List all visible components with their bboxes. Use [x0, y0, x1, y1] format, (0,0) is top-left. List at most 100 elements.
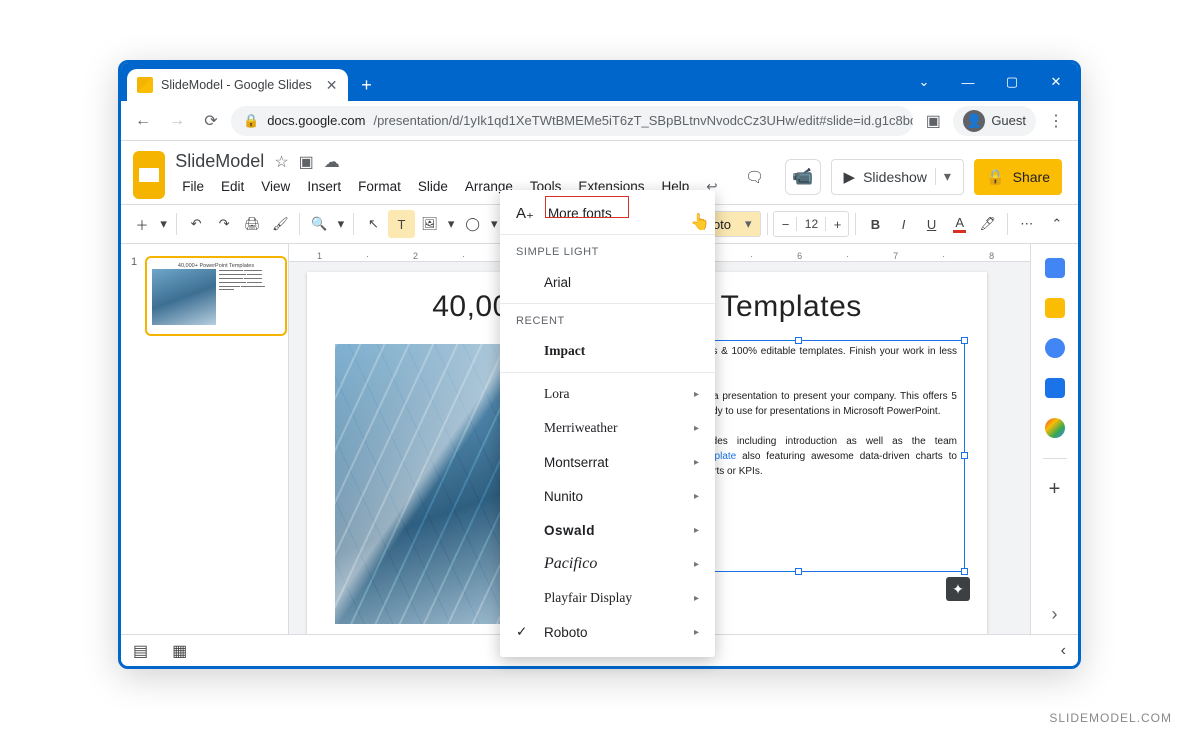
- nav-back-icon[interactable]: ←: [129, 107, 157, 135]
- image-tool[interactable]: 🖼: [417, 210, 443, 238]
- undo-button[interactable]: ↶: [183, 210, 209, 238]
- share-button[interactable]: 🔒 Share: [974, 159, 1062, 195]
- font-pacifico[interactable]: Pacifico▸: [500, 547, 715, 581]
- side-panel: + ›: [1030, 244, 1078, 634]
- thumbnail-number: 1: [131, 256, 137, 268]
- collapse-toolbar-icon[interactable]: ⌃: [1044, 210, 1070, 238]
- menu-slide[interactable]: Slide: [411, 176, 455, 198]
- resize-handle[interactable]: [795, 568, 802, 575]
- new-tab-button[interactable]: +: [354, 72, 380, 98]
- print-button[interactable]: 🖨: [239, 210, 265, 238]
- share-label: Share: [1013, 169, 1050, 185]
- url-domain: docs.google.com: [267, 113, 365, 128]
- profile-chip[interactable]: 👤 Guest: [953, 106, 1036, 136]
- guest-label: Guest: [991, 113, 1026, 128]
- font-playfair[interactable]: Playfair Display▸: [500, 581, 715, 615]
- image-dropdown-icon[interactable]: ▾: [445, 210, 458, 238]
- font-size-decrease[interactable]: −: [774, 217, 796, 232]
- window-close-icon[interactable]: ✕: [1034, 63, 1078, 101]
- window-maximize-icon[interactable]: ▢: [990, 63, 1034, 101]
- more-tools-button[interactable]: ⋯: [1014, 210, 1040, 238]
- nav-reload-icon[interactable]: ⟳: [197, 107, 225, 135]
- slideshow-button[interactable]: ▶ Slideshow ▾: [831, 159, 964, 195]
- font-lora[interactable]: Lora▸: [500, 377, 715, 411]
- underline-button[interactable]: U: [919, 210, 945, 238]
- window-dropdown-icon[interactable]: ⌄: [902, 63, 946, 101]
- menu-view[interactable]: View: [254, 176, 297, 198]
- star-icon[interactable]: ☆: [274, 152, 288, 172]
- thumbnail-1[interactable]: 1 40,000+ PowerPoint Templates ▬▬▬▬▬▬▬▬ …: [133, 256, 276, 336]
- font-nunito[interactable]: Nunito▸: [500, 479, 715, 513]
- font-merriweather[interactable]: Merriweather▸: [500, 411, 715, 445]
- add-font-icon: A₊: [516, 204, 534, 222]
- slides-app-icon[interactable]: [133, 151, 165, 199]
- shape-tool[interactable]: ◯: [460, 210, 486, 238]
- highlight-button[interactable]: 🖊: [975, 210, 1001, 238]
- maps-icon[interactable]: [1045, 418, 1065, 438]
- resize-handle[interactable]: [961, 452, 968, 459]
- paint-format-button[interactable]: 🖌: [267, 210, 293, 238]
- slideshow-dropdown-icon[interactable]: ▾: [935, 168, 951, 185]
- prev-slide-icon[interactable]: ‹: [1061, 642, 1066, 660]
- redo-button[interactable]: ↷: [211, 210, 237, 238]
- new-slide-dropdown-icon[interactable]: ▾: [157, 210, 170, 238]
- select-tool[interactable]: ↖: [360, 210, 386, 238]
- zoom-button[interactable]: 🔍: [306, 210, 332, 238]
- explore-button[interactable]: ✦: [946, 577, 970, 601]
- hide-sidepanel-icon[interactable]: ›: [1045, 604, 1065, 624]
- window-minimize-icon[interactable]: —: [946, 63, 990, 101]
- nav-forward-icon[interactable]: →: [163, 107, 191, 135]
- font-size-increase[interactable]: +: [826, 217, 848, 232]
- bold-button[interactable]: B: [862, 210, 888, 238]
- more-fonts-item[interactable]: A₊ More fonts: [500, 196, 715, 230]
- present-icon: ▶: [844, 168, 856, 186]
- lock-icon: 🔒: [243, 113, 259, 129]
- new-slide-button[interactable]: ＋: [129, 210, 155, 238]
- calendar-icon[interactable]: [1045, 258, 1065, 278]
- tab-close-icon[interactable]: ✕: [326, 77, 338, 94]
- font-size-value[interactable]: 12: [796, 217, 826, 231]
- filmstrip-view-icon[interactable]: ▤: [133, 641, 148, 661]
- kebab-menu-icon[interactable]: ⋮: [1042, 107, 1070, 135]
- font-oswald[interactable]: Oswald▸: [500, 513, 715, 547]
- text-color-button[interactable]: A: [947, 210, 973, 238]
- contacts-icon[interactable]: [1045, 378, 1065, 398]
- menu-insert[interactable]: Insert: [300, 176, 348, 198]
- avatar-icon: 👤: [963, 110, 985, 132]
- cloud-saved-icon: ☁: [324, 152, 340, 172]
- menu-edit[interactable]: Edit: [214, 176, 251, 198]
- addons-icon[interactable]: +: [1045, 479, 1065, 499]
- meet-button[interactable]: 📹: [785, 159, 821, 195]
- browser-tab[interactable]: SlideModel - Google Slides ✕: [127, 69, 348, 101]
- slides-favicon-icon: [137, 77, 153, 93]
- grid-view-icon[interactable]: ▦: [172, 641, 187, 661]
- doc-name[interactable]: SlideModel: [175, 151, 264, 172]
- resize-handle[interactable]: [961, 568, 968, 575]
- more-fonts-label: More fonts: [548, 206, 612, 221]
- slide-thumbnails: 1 40,000+ PowerPoint Templates ▬▬▬▬▬▬▬▬ …: [121, 244, 289, 634]
- font-montserrat[interactable]: Montserrat▸: [500, 445, 715, 479]
- font-size-control: − 12 +: [773, 211, 849, 237]
- font-arial[interactable]: Arial: [500, 265, 715, 299]
- tasks-icon[interactable]: [1045, 338, 1065, 358]
- font-impact[interactable]: Impact: [500, 334, 715, 368]
- textbox-tool[interactable]: T: [388, 210, 414, 238]
- install-app-icon[interactable]: ▣: [919, 107, 947, 135]
- section-theme-label: SIMPLE LIGHT: [500, 239, 715, 265]
- resize-handle[interactable]: [961, 337, 968, 344]
- move-folder-icon[interactable]: ▣: [299, 152, 314, 172]
- zoom-dropdown-icon[interactable]: ▾: [334, 210, 347, 238]
- font-roboto[interactable]: ✓Roboto▸: [500, 615, 715, 649]
- slideshow-label: Slideshow: [863, 169, 927, 185]
- thumbnail-image: [152, 269, 216, 325]
- menu-file[interactable]: File: [175, 176, 211, 198]
- keep-icon[interactable]: [1045, 298, 1065, 318]
- url-bar: ← → ⟳ 🔒 docs.google.com/presentation/d/1…: [121, 101, 1078, 141]
- menu-format[interactable]: Format: [351, 176, 408, 198]
- resize-handle[interactable]: [795, 337, 802, 344]
- comments-button[interactable]: 🗨: [735, 159, 775, 195]
- font-menu: A₊ More fonts SIMPLE LIGHT Arial RECENT …: [500, 190, 715, 657]
- shape-dropdown-icon[interactable]: ▾: [488, 210, 501, 238]
- italic-button[interactable]: I: [891, 210, 917, 238]
- address-field[interactable]: 🔒 docs.google.com/presentation/d/1yIk1qd…: [231, 106, 913, 136]
